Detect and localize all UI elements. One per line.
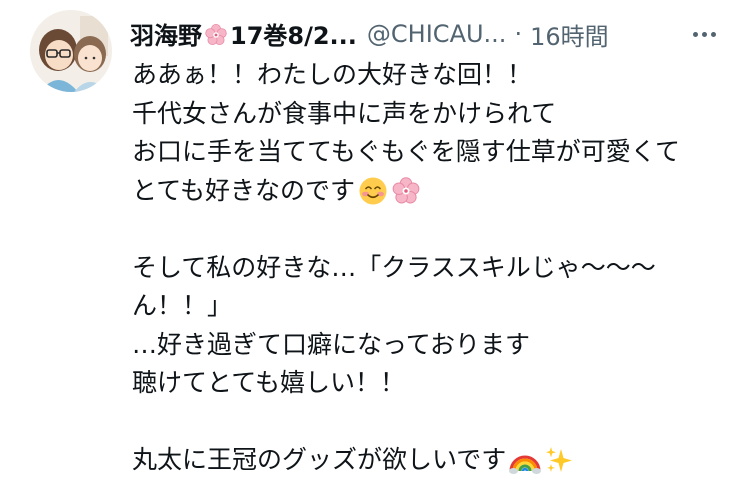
user-handle[interactable]: @CHICAU... xyxy=(367,20,507,48)
cherry-blossom-icon xyxy=(391,176,421,218)
display-name-suffix: 17巻8/2... xyxy=(230,21,357,50)
smiling-face-icon xyxy=(358,176,388,218)
more-dot xyxy=(701,31,707,37)
more-dot xyxy=(710,31,716,37)
tweet-line: …好き過ぎて口癖になっております xyxy=(132,329,531,359)
more-dot xyxy=(692,31,698,37)
tweet-header: 羽海野 17巻8/2... @CHICAU... · 16時間 xyxy=(130,14,730,54)
tweet-line: とても好きなのです xyxy=(132,172,732,211)
tweet-line: 千代女さんが食事中に声をかけられて xyxy=(132,98,557,128)
tweet-text: ああぁ！！わたしの大好きな回！！ 千代女さんが食事中に声をかけられて お口に手を… xyxy=(132,56,732,480)
display-name-text: 羽海野 xyxy=(130,21,202,50)
tweet-line: ん！！」 xyxy=(132,291,233,320)
cherry-blossom-icon xyxy=(204,23,228,53)
tweet-line: 聴けてとても嬉しい！！ xyxy=(132,368,406,397)
rainbow-icon xyxy=(509,445,542,487)
tweet-line: ああぁ！！わたしの大好きな回！！ xyxy=(132,60,533,89)
more-options-icon[interactable] xyxy=(684,20,724,48)
sparkles-icon xyxy=(544,445,574,487)
tweet-line-text: とても好きなのです xyxy=(132,175,356,205)
avatar-illustration xyxy=(30,10,112,92)
tweet: 羽海野 17巻8/2... @CHICAU... · 16時間 ああぁ！！わたし… xyxy=(0,0,750,495)
avatar[interactable] xyxy=(30,10,112,92)
tweet-line-text: 丸太に王冠のグッズが欲しいです xyxy=(132,445,507,474)
separator-dot: · xyxy=(514,20,523,48)
tweet-line: 丸太に王冠のグッズが欲しいです xyxy=(132,441,732,480)
timestamp[interactable]: 16時間 xyxy=(530,17,609,52)
tweet-line: そして私の好きな…「クラススキルじゃ〜〜〜 xyxy=(132,252,656,282)
tweet-line: お口に手を当ててもぐもぐを隠す仕草が可愛くて xyxy=(132,137,681,166)
display-name[interactable]: 羽海野 17巻8/2... xyxy=(130,16,357,53)
